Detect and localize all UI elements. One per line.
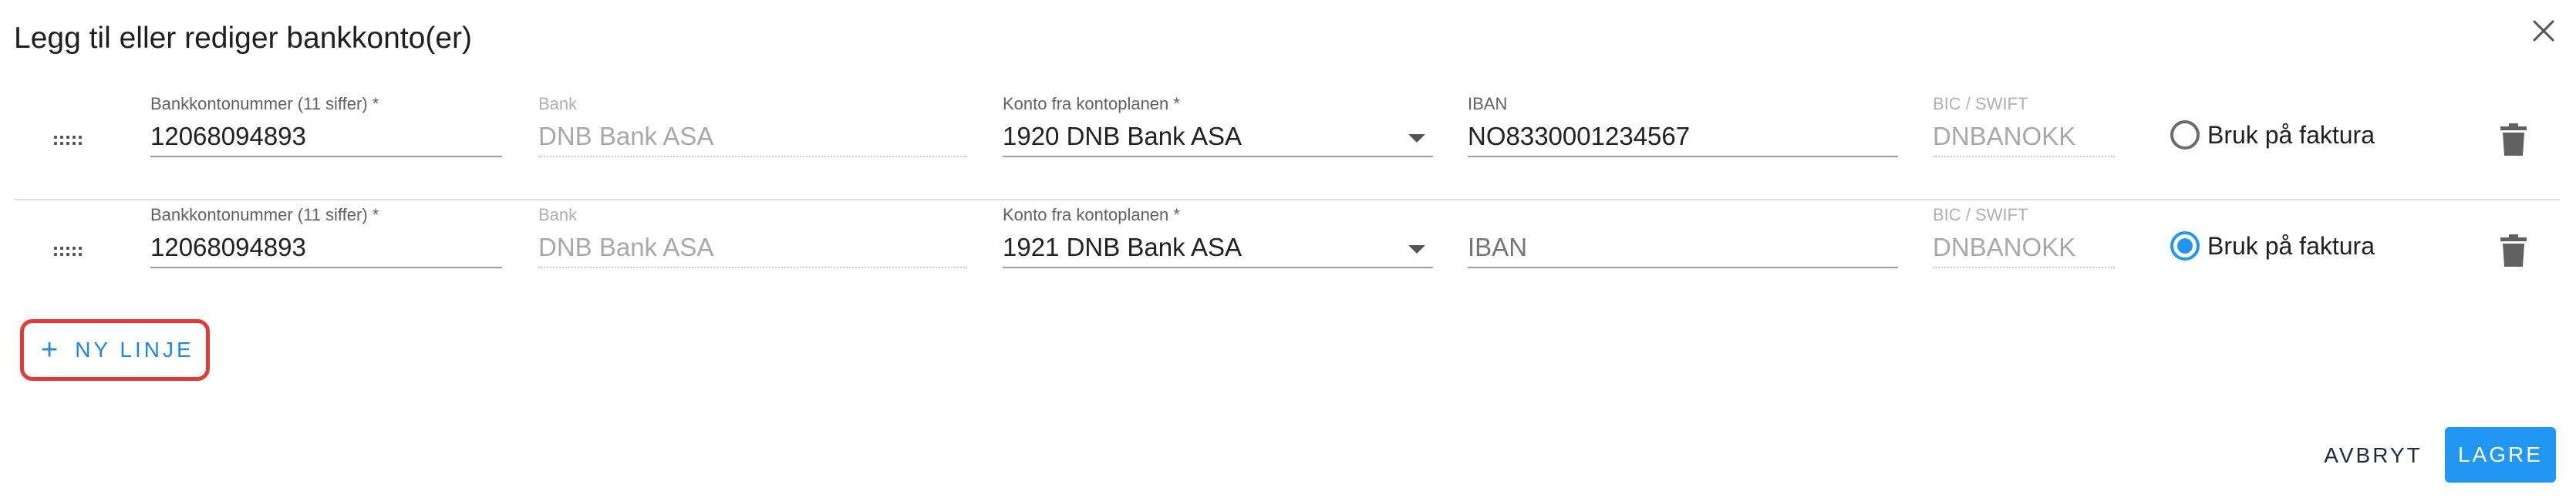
bank-value: DNB Bank ASA bbox=[538, 122, 714, 150]
account-number-label: Bankkontonummer (11 siffer) * bbox=[150, 205, 379, 224]
iban-field[interactable]: IBAN NO8330001234567 bbox=[1468, 94, 1898, 163]
iban-value[interactable]: NO8330001234567 bbox=[1468, 122, 1690, 151]
cancel-button[interactable]: AVBRYT bbox=[2315, 429, 2431, 483]
konto-select[interactable]: Konto fra kontoplanen * 1921 DNB Bank AS… bbox=[1003, 205, 1433, 274]
bank-value: DNB Bank ASA bbox=[538, 233, 714, 261]
field-underline bbox=[150, 267, 502, 268]
use-on-invoice-radio[interactable]: Bruk på faktura bbox=[2170, 231, 2375, 261]
drag-handle-icon[interactable] bbox=[54, 136, 85, 150]
save-button[interactable]: LAGRE bbox=[2445, 427, 2556, 483]
konto-select[interactable]: Konto fra kontoplanen * 1920 DNB Bank AS… bbox=[1003, 94, 1433, 163]
trash-icon bbox=[2500, 123, 2527, 156]
bic-field: BIC / SWIFT DNBANOKK bbox=[1933, 205, 2115, 274]
account-number-field[interactable]: Bankkontonummer (11 siffer) * 1206809489… bbox=[150, 205, 502, 274]
delete-row-button[interactable] bbox=[2500, 123, 2531, 157]
bank-account-row: Bankkontonummer (11 siffer) * 1206809489… bbox=[14, 77, 2561, 185]
dialog-title: Legg til eller rediger bankkonto(er) bbox=[14, 22, 472, 55]
caret-down-icon[interactable] bbox=[1408, 245, 1425, 254]
trash-icon bbox=[2500, 234, 2527, 267]
field-underline bbox=[1003, 156, 1433, 157]
use-on-invoice-label: Bruk på faktura bbox=[2207, 120, 2375, 149]
bank-account-row: Bankkontonummer (11 siffer) * 1206809489… bbox=[14, 188, 2561, 296]
konto-label: Konto fra kontoplanen * bbox=[1003, 205, 1180, 224]
konto-label: Konto fra kontoplanen * bbox=[1003, 94, 1180, 113]
bank-label: Bank bbox=[538, 94, 578, 113]
iban-field[interactable]: IBAN bbox=[1468, 205, 1898, 274]
bank-field: Bank DNB Bank ASA bbox=[538, 94, 967, 163]
caret-down-icon[interactable] bbox=[1408, 134, 1425, 143]
radio-checked-icon[interactable] bbox=[2170, 231, 2200, 261]
delete-row-button[interactable] bbox=[2500, 234, 2531, 268]
field-underline bbox=[538, 267, 967, 268]
field-underline bbox=[1003, 267, 1433, 268]
field-underline bbox=[1933, 267, 2115, 268]
field-underline bbox=[1933, 156, 2115, 157]
use-on-invoice-radio[interactable]: Bruk på faktura bbox=[2170, 120, 2375, 150]
bank-field: Bank DNB Bank ASA bbox=[538, 205, 967, 274]
konto-value[interactable]: 1920 DNB Bank ASA bbox=[1003, 122, 1242, 151]
account-number-value[interactable]: 12068094893 bbox=[150, 122, 306, 151]
close-button[interactable] bbox=[2527, 14, 2561, 48]
bic-field: BIC / SWIFT DNBANOKK bbox=[1933, 94, 2115, 163]
field-underline bbox=[150, 156, 502, 157]
use-on-invoice-label: Bruk på faktura bbox=[2207, 231, 2375, 260]
bic-value: DNBANOKK bbox=[1933, 122, 2076, 150]
close-icon bbox=[2533, 20, 2554, 42]
field-underline bbox=[538, 156, 967, 157]
bic-label: BIC / SWIFT bbox=[1933, 94, 2028, 113]
field-underline bbox=[1468, 267, 1898, 268]
iban-label: IBAN bbox=[1468, 94, 1508, 113]
account-number-value[interactable]: 12068094893 bbox=[150, 233, 306, 262]
bic-label: BIC / SWIFT bbox=[1933, 205, 2028, 224]
konto-value[interactable]: 1921 DNB Bank ASA bbox=[1003, 233, 1242, 262]
new-line-button[interactable]: + NY LINJE bbox=[20, 319, 210, 381]
new-line-label: NY LINJE bbox=[75, 338, 194, 362]
field-underline bbox=[1468, 156, 1898, 157]
bic-value: DNBANOKK bbox=[1933, 233, 2076, 261]
bank-label: Bank bbox=[538, 205, 578, 224]
plus-icon: + bbox=[41, 334, 59, 366]
drag-handle-icon[interactable] bbox=[54, 247, 85, 261]
account-number-field[interactable]: Bankkontonummer (11 siffer) * 1206809489… bbox=[150, 94, 502, 163]
iban-placeholder[interactable]: IBAN bbox=[1468, 233, 1527, 262]
radio-unchecked-icon[interactable] bbox=[2170, 120, 2200, 150]
account-number-label: Bankkontonummer (11 siffer) * bbox=[150, 94, 379, 113]
